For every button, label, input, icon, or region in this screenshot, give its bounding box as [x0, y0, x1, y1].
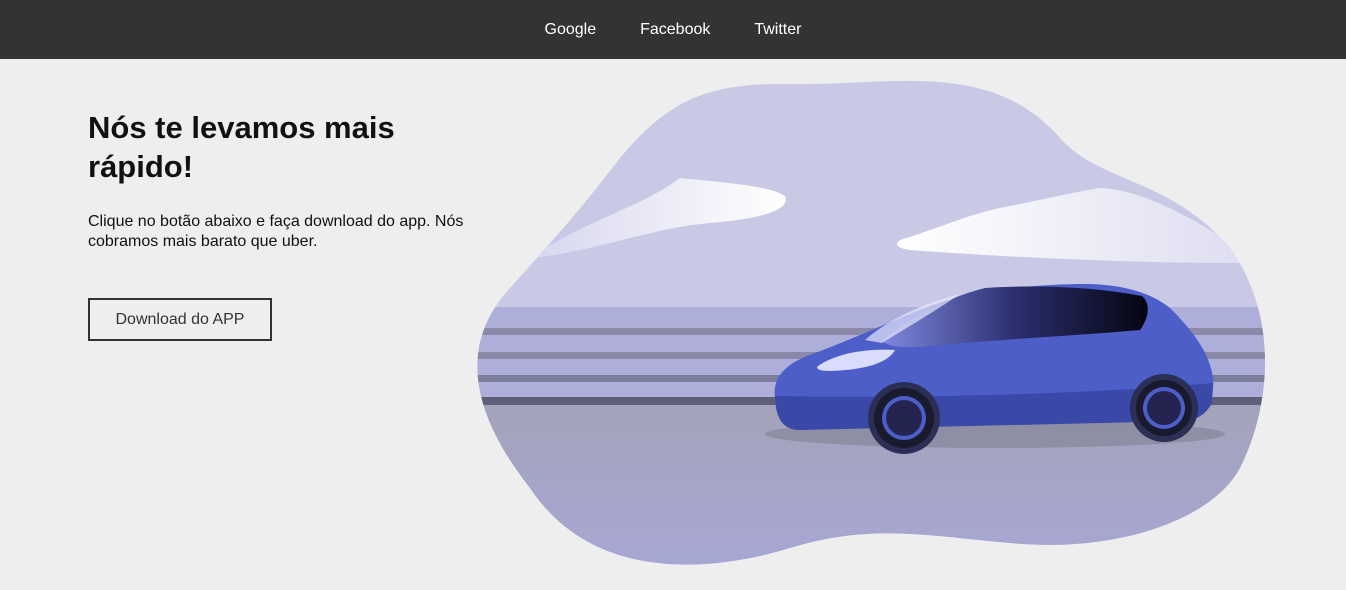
hero-text-block: Nós te levamos mais rápido! Clique no bo… — [88, 108, 478, 252]
nav-link-twitter[interactable]: Twitter — [754, 0, 801, 59]
car-on-road-illustration — [477, 80, 1265, 565]
top-navbar: Google Facebook Twitter — [0, 0, 1346, 59]
hero-title: Nós te levamos mais rápido! — [88, 110, 395, 184]
nav-link-facebook[interactable]: Facebook — [640, 0, 710, 59]
nav-link-google[interactable]: Google — [545, 0, 597, 59]
download-app-button[interactable]: Download do APP — [88, 298, 272, 341]
hero-description: Clique no botão abaixo e faça download d… — [88, 213, 464, 250]
